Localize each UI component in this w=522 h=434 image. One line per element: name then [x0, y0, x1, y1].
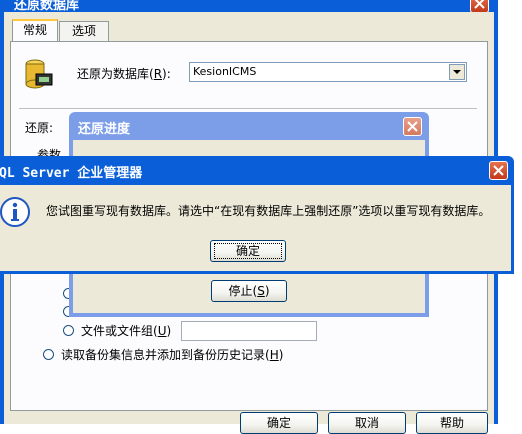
restore-label: 还原: [25, 121, 54, 135]
message-box-close-button[interactable] [489, 161, 508, 180]
radio-filegroup[interactable] [63, 325, 74, 336]
tab-options[interactable]: 选项 [59, 21, 109, 41]
message-text: 您试图重写现有数据库。请选中“在现有数据库上强制还原”选项以重写现有数据库。 [46, 204, 491, 218]
ok-button[interactable]: 确定 [240, 412, 318, 434]
progress-dialog-title: 还原进度 [78, 122, 131, 137]
database-select[interactable]: KesionICMS [189, 62, 467, 82]
restore-as-database-label: 还原为数据库(R): [77, 67, 171, 81]
database-select-value: KesionICMS [193, 65, 257, 78]
info-icon [0, 197, 30, 227]
message-box: QL Server 企业管理器 您试图重写现有数据库。请选中“在现有数据库上强制… [0, 156, 514, 274]
filegroup-field[interactable] [181, 321, 317, 341]
message-box-title: QL Server 企业管理器 [0, 166, 143, 181]
tab-general[interactable]: 常规 [12, 19, 58, 41]
close-icon [407, 121, 418, 132]
separator [19, 108, 477, 109]
chevron-down-icon [453, 70, 461, 74]
tab-options-label: 选项 [71, 24, 96, 38]
message-ok-button[interactable]: 确定 [210, 240, 286, 262]
message-box-body: 您试图重写现有数据库。请选中“在现有数据库上强制还原”选项以重写现有数据库。 确… [0, 185, 511, 271]
stop-button[interactable]: 停止(S) [211, 280, 287, 302]
database-icon [25, 59, 53, 89]
dropdown-button[interactable] [449, 64, 465, 80]
close-icon [493, 165, 504, 176]
radio-read-backup-info[interactable] [43, 349, 54, 360]
filegroup-label: 文件或文件组(U) [81, 324, 172, 338]
progress-close-button[interactable] [403, 117, 422, 136]
read-backup-info-label: 读取备份集信息并添加到备份历史记录(H) [61, 348, 284, 362]
cancel-button[interactable]: 取消 [328, 412, 406, 434]
help-button[interactable]: 帮助 [416, 412, 488, 434]
tab-general-label: 常规 [22, 23, 47, 37]
close-icon [474, 0, 485, 9]
